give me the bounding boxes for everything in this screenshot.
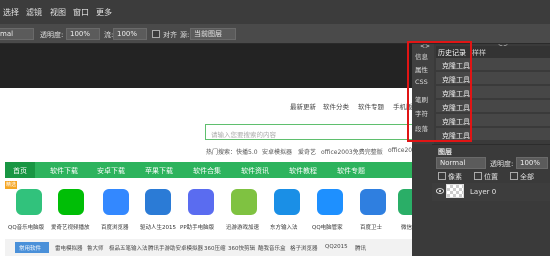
menu-window[interactable]: 窗口: [73, 7, 89, 18]
source-select[interactable]: 当前图层: [190, 28, 236, 40]
app-icon: [360, 189, 386, 215]
category-item: 360快剪辑: [228, 246, 255, 252]
nav-item: 软件教程: [289, 167, 317, 175]
category-item: 雷电模拟器: [55, 246, 83, 252]
app-icon: [145, 189, 171, 215]
app-name: 微信: [401, 225, 413, 231]
nav-item: 软件合集: [193, 167, 221, 175]
app-name: QQ音乐电脑版: [8, 225, 45, 231]
layer-name: Layer 0: [470, 188, 497, 196]
app-icon: [188, 189, 214, 215]
mode-select[interactable]: mal: [0, 28, 34, 40]
layer-opacity-select[interactable]: 100%: [516, 157, 548, 169]
link-category: 软件分类: [323, 103, 349, 111]
app-icon: [103, 189, 129, 215]
app-icon: [231, 189, 257, 215]
app-name: QQ电脑管家: [312, 225, 343, 231]
nav-item: 安卓下载: [97, 167, 125, 175]
app-name: 驱动人生2015: [140, 225, 176, 231]
opacity-label: 透明度:: [40, 31, 64, 39]
menu-more[interactable]: 更多: [96, 7, 112, 18]
app-icon: [274, 189, 300, 215]
menu-select[interactable]: 选择: [3, 7, 19, 18]
category-item: 酷我音乐盒: [258, 246, 286, 252]
document-image[interactable]: 最新更新 软件分类 软件专题 手机版 请输入您要搜索的内容 热门搜索： 快播5.…: [0, 88, 418, 256]
hot-item: 快播5.0: [236, 149, 258, 156]
app-name: 爱奇艺视频播放: [51, 225, 90, 231]
category-item: 腾讯手游助安卓模拟器: [148, 246, 204, 252]
flow-select[interactable]: 100%: [113, 28, 147, 40]
app-icon: [16, 189, 42, 215]
site-nav: 首页 软件下载 安卓下载 苹果下载 软件合集 软件资讯 软件教程 软件专题: [5, 162, 418, 178]
hot-label: 热门搜索：: [206, 149, 237, 156]
lock-position-checkbox[interactable]: [474, 172, 482, 180]
menu-bar: 选择 滤镜 视图 窗口 更多: [0, 0, 550, 24]
link-latest: 最新更新: [290, 103, 316, 111]
source-label: 源:: [180, 31, 190, 39]
flow-label: 流:: [104, 31, 114, 39]
lock-pixels-label: 像素: [448, 173, 462, 181]
lock-pixels-checkbox[interactable]: [438, 172, 446, 180]
category-item: 极品五笔输入法: [109, 246, 148, 252]
hot-item: office2003免费完整版: [321, 149, 383, 156]
featured-badge: 精选: [5, 181, 17, 189]
hot-item: 爱奇艺: [298, 149, 317, 156]
menu-filter[interactable]: 滤镜: [26, 7, 42, 18]
hot-item: 安卓模拟器: [262, 149, 293, 156]
align-checkbox[interactable]: [152, 30, 160, 38]
layer-thumbnail: [446, 184, 464, 198]
app-name: 百度浏览器: [101, 225, 129, 231]
app-name: PP助手电脑版: [180, 225, 215, 231]
layer-opacity-label: 透明度:: [490, 160, 514, 168]
align-label: 对齐: [163, 31, 177, 39]
layers-panel: 图层 Normal 透明度: 100% 像素 位置 全部 Layer 0: [432, 144, 550, 256]
category-bar: 常用软件 雷电模拟器 鲁大师 极品五笔输入法 腾讯手游助安卓模拟器 360压缩 …: [5, 239, 418, 256]
app-name: 百度卫士: [360, 225, 383, 231]
category-item: 腾讯: [355, 246, 367, 252]
category-item: QQ2015: [325, 244, 348, 250]
layers-title: 图层: [438, 148, 452, 156]
blend-mode-select[interactable]: Normal: [436, 157, 486, 169]
category-tag: 常用软件: [15, 242, 49, 253]
app-icon: [317, 189, 343, 215]
opacity-select[interactable]: 100%: [66, 28, 100, 40]
lock-position-label: 位置: [484, 173, 498, 181]
nav-item: 首页: [13, 167, 27, 175]
tab-swatches[interactable]: 样样: [472, 48, 486, 58]
search-placeholder: 请输入您要搜索的内容: [211, 131, 276, 139]
category-item: 360压缩: [204, 246, 226, 252]
app-icon: [58, 189, 84, 215]
category-item: 格子浏览器: [290, 246, 318, 252]
lock-all-label: 全部: [520, 173, 534, 181]
nav-item: 软件下载: [50, 167, 78, 175]
menu-view[interactable]: 视图: [50, 7, 66, 18]
eye-icon[interactable]: [436, 188, 444, 194]
nav-item: 软件专题: [337, 167, 365, 175]
nav-item: 软件资讯: [241, 167, 269, 175]
app-name: 迅游游戏加速: [226, 225, 260, 231]
category-item: 鲁大师: [87, 246, 104, 252]
search-box: 请输入您要搜索的内容: [205, 124, 415, 140]
highlight-box: [407, 41, 472, 142]
app-name: 东方输入法: [270, 225, 298, 231]
link-topics: 软件专题: [358, 103, 384, 111]
lock-all-checkbox[interactable]: [510, 172, 518, 180]
nav-item: 苹果下载: [145, 167, 173, 175]
